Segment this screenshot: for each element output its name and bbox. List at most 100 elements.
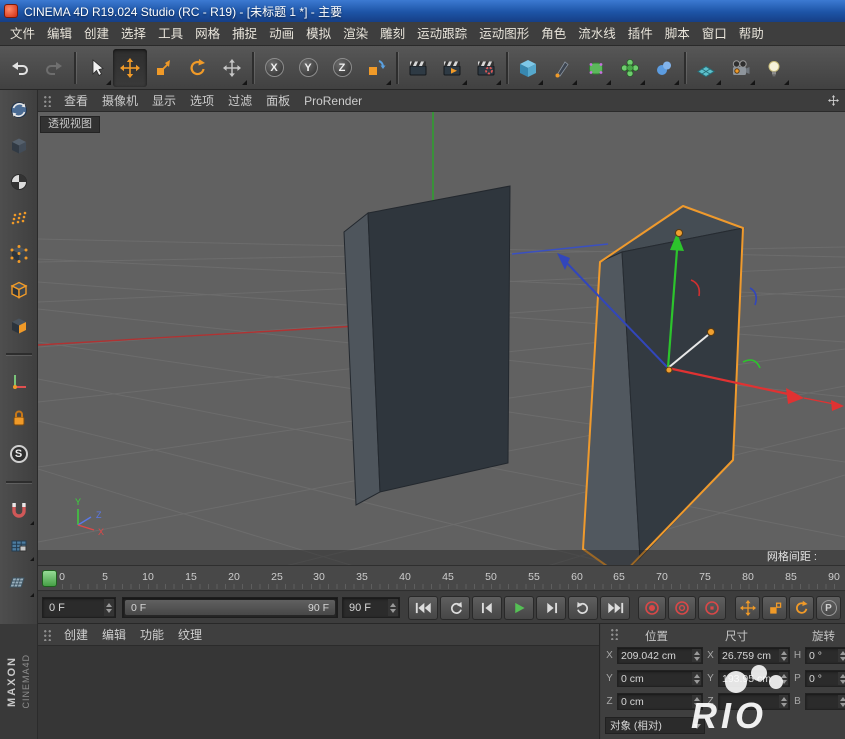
- frame-range-bar[interactable]: 0 F 90 F: [125, 600, 335, 615]
- record-keyframe-button[interactable]: [638, 596, 666, 620]
- render-settings-button[interactable]: [469, 49, 503, 87]
- view-label[interactable]: 透视视图: [40, 116, 100, 133]
- points-mode-button[interactable]: [2, 237, 36, 271]
- gizmo-handle-dot[interactable]: [676, 230, 683, 237]
- menu-item-script[interactable]: 脚本: [659, 22, 696, 46]
- drag-grip-icon[interactable]: [43, 95, 52, 107]
- perspective-viewport[interactable]: Y Z X 透视视图 网格间距 :: [38, 112, 845, 565]
- menu-item-plugins[interactable]: 插件: [622, 22, 659, 46]
- menu-item-pipeline[interactable]: 流水线: [572, 22, 622, 46]
- pos-z-field[interactable]: 0 cm: [617, 693, 703, 710]
- z-axis-lock-button[interactable]: Z: [325, 49, 359, 87]
- drag-grip-icon[interactable]: [43, 629, 52, 641]
- model-mode-button[interactable]: [2, 129, 36, 163]
- frame-range-slider[interactable]: 0 F 90 F: [122, 597, 338, 618]
- autokey-button[interactable]: [668, 596, 696, 620]
- menu-item-tools[interactable]: 工具: [152, 22, 189, 46]
- stepper-arrows-icon[interactable]: [104, 599, 114, 616]
- menu-item-animate[interactable]: 动画: [263, 22, 300, 46]
- vp-menu-filter[interactable]: 过滤: [221, 90, 259, 112]
- menu-item-edit[interactable]: 编辑: [41, 22, 78, 46]
- y-axis-lock-button[interactable]: Y: [291, 49, 325, 87]
- next-frame-button[interactable]: [536, 596, 566, 620]
- live-selection-button[interactable]: [79, 49, 113, 87]
- x-axis-lock-button[interactable]: X: [257, 49, 291, 87]
- record-parameter-toggle[interactable]: P: [816, 596, 841, 620]
- rot-b-field[interactable]: [805, 693, 845, 710]
- vp-menu-cameras[interactable]: 摄像机: [95, 90, 145, 112]
- add-cube-button[interactable]: [511, 49, 545, 87]
- add-cloner-button[interactable]: [613, 49, 647, 87]
- menu-item-window[interactable]: 窗口: [696, 22, 733, 46]
- material-menu-texture[interactable]: 纹理: [171, 624, 209, 646]
- coordinate-system-button[interactable]: [359, 49, 393, 87]
- render-view-button[interactable]: [401, 49, 435, 87]
- coordinate-mode-dropdown[interactable]: 对象 (相对): [605, 717, 705, 734]
- size-y-field[interactable]: 193.95 cm: [718, 670, 790, 687]
- edges-mode-button[interactable]: [2, 273, 36, 307]
- undo-button[interactable]: [3, 49, 37, 87]
- workplane-lock-button[interactable]: [2, 529, 36, 563]
- end-frame-field[interactable]: 90 F: [342, 597, 400, 618]
- menu-item-help[interactable]: 帮助: [733, 22, 770, 46]
- menu-item-create[interactable]: 创建: [78, 22, 115, 46]
- planar-workplane-button[interactable]: [2, 565, 36, 599]
- polygons-mode-button[interactable]: [2, 309, 36, 343]
- record-rotation-toggle[interactable]: [789, 596, 814, 620]
- stepper-arrows-icon[interactable]: [779, 672, 788, 685]
- menu-item-character[interactable]: 角色: [535, 22, 572, 46]
- pos-y-field[interactable]: 0 cm: [617, 670, 703, 687]
- stepper-arrows-icon[interactable]: [692, 672, 701, 685]
- timeline-ruler[interactable]: 0 5 10 15 20 25 30 35 40 45 50 55 60 65 …: [38, 565, 845, 591]
- rotate-tool-button[interactable]: [181, 49, 215, 87]
- gizmo-handle-dot[interactable]: [708, 329, 715, 336]
- play-backwards-button[interactable]: [440, 596, 470, 620]
- size-z-field[interactable]: [718, 693, 790, 710]
- stepper-arrows-icon[interactable]: [838, 672, 845, 685]
- timeline-playhead[interactable]: [42, 570, 57, 587]
- size-x-field[interactable]: 26.759 cm: [718, 647, 790, 664]
- keyframe-selection-button[interactable]: [698, 596, 726, 620]
- texture-mode-button[interactable]: [2, 165, 36, 199]
- gizmo-origin-dot[interactable]: [666, 367, 672, 373]
- menu-item-render[interactable]: 渲染: [337, 22, 374, 46]
- menu-item-simulate[interactable]: 模拟: [300, 22, 337, 46]
- menu-item-file[interactable]: 文件: [4, 22, 41, 46]
- add-spline-button[interactable]: [545, 49, 579, 87]
- menu-item-sculpt[interactable]: 雕刻: [374, 22, 411, 46]
- move-tool-button[interactable]: [113, 49, 147, 87]
- play-forwards-button[interactable]: [504, 596, 534, 620]
- menu-item-motion-tracker[interactable]: 运动跟踪: [411, 22, 473, 46]
- render-picture-viewer-button[interactable]: [435, 49, 469, 87]
- menu-item-mesh[interactable]: 网格: [189, 22, 226, 46]
- stepper-arrows-icon[interactable]: [838, 695, 845, 708]
- gizmo-rotate-band-z[interactable]: [750, 288, 756, 305]
- add-deformer-button[interactable]: [647, 49, 681, 87]
- stepper-arrows-icon[interactable]: [838, 649, 845, 662]
- vp-menu-display[interactable]: 显示: [145, 90, 183, 112]
- add-floor-button[interactable]: [689, 49, 723, 87]
- scale-tool-button[interactable]: [147, 49, 181, 87]
- wall-object-selected[interactable]: [583, 206, 743, 565]
- snap-magnet-button[interactable]: [2, 493, 36, 527]
- menu-item-mograph[interactable]: 运动图形: [473, 22, 535, 46]
- axis-lock-button[interactable]: [2, 401, 36, 435]
- wall-object-left[interactable]: [344, 186, 510, 505]
- previous-frame-button[interactable]: [472, 596, 502, 620]
- drag-grip-icon[interactable]: [610, 628, 619, 640]
- add-light-button[interactable]: [757, 49, 791, 87]
- vp-menu-prorender[interactable]: ProRender: [297, 90, 369, 112]
- material-list-area[interactable]: [38, 646, 599, 739]
- redo-button[interactable]: [37, 49, 71, 87]
- enable-axis-button[interactable]: [2, 365, 36, 399]
- material-menu-create[interactable]: 创建: [57, 624, 95, 646]
- stepper-arrows-icon[interactable]: [779, 649, 788, 662]
- vp-menu-panel[interactable]: 面板: [259, 90, 297, 112]
- goto-end-button[interactable]: [600, 596, 630, 620]
- menu-item-select[interactable]: 选择: [115, 22, 152, 46]
- loop-playback-button[interactable]: [568, 596, 598, 620]
- panel-handle-icon[interactable]: [828, 95, 839, 106]
- viewport-canvas[interactable]: Y Z X: [38, 112, 845, 565]
- workplane-mode-button[interactable]: [2, 201, 36, 235]
- stepper-arrows-icon[interactable]: [388, 599, 398, 616]
